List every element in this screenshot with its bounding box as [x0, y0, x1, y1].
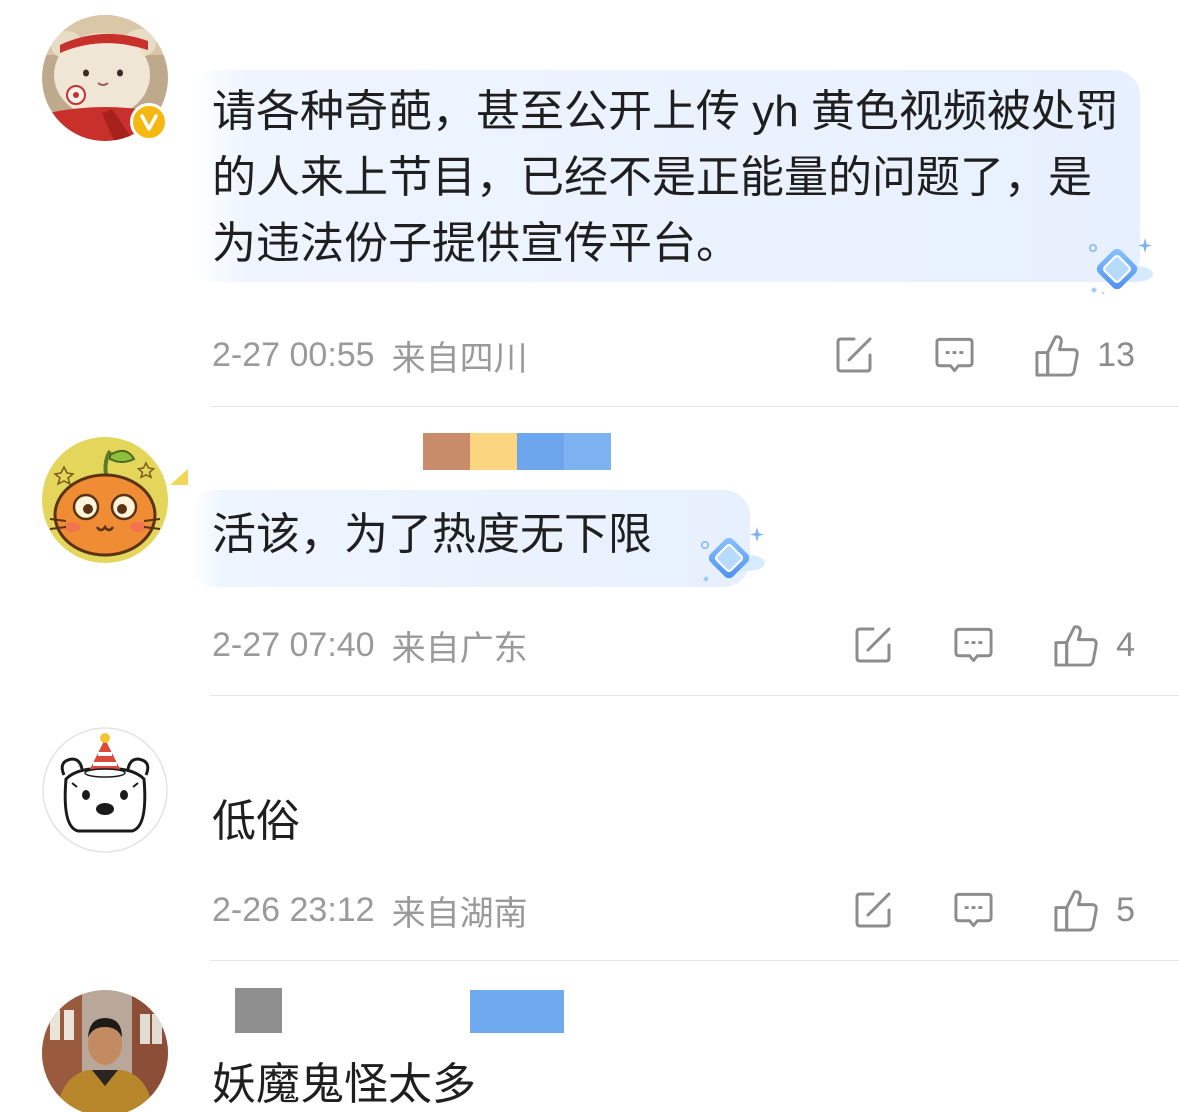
redaction-block — [517, 433, 564, 470]
comment-item: 请各种奇葩，甚至公开上传 yh 黄色视频被处罚 的人来上节目，已经不是正能量的问… — [0, 0, 1179, 407]
like-count: 4 — [1116, 625, 1135, 664]
redaction-block — [564, 433, 611, 470]
share-icon — [853, 890, 893, 930]
avatar-frame-decoration — [170, 469, 188, 485]
comment-text-line: 妖魔鬼怪太多 — [212, 1060, 476, 1109]
comment-location: 来自四川 — [391, 339, 528, 378]
reply-button[interactable] — [953, 890, 994, 930]
redaction-block — [470, 433, 517, 470]
comment-actions: 13 — [834, 330, 1135, 380]
like-button[interactable]: 13 — [1033, 333, 1135, 378]
comment-item: 妖魔鬼怪太多 — [0, 961, 1179, 1112]
comment-text[interactable]: 活该，为了热度无下限 — [212, 505, 692, 565]
redaction-block — [423, 433, 470, 470]
comment-text[interactable]: 低俗 — [212, 792, 612, 852]
comment-meta: 2-27 00:55 来自四川 13 — [0, 330, 1179, 380]
diamond-icon — [701, 527, 765, 582]
comment-meta-info: 2-26 23:12 来自湖南 — [212, 885, 528, 935]
comment-location: 来自湖南 — [391, 894, 528, 933]
share-button[interactable] — [834, 335, 874, 375]
comment-text[interactable]: 请各种奇葩，甚至公开上传 yh 黄色视频被处罚 的人来上节目，已经不是正能量的问… — [212, 79, 1138, 277]
comment-actions: 5 — [853, 885, 1135, 935]
comment-text-line: 的人来上节目，已经不是正能量的问题了，是 — [212, 153, 1092, 202]
avatar-orange-cat[interactable] — [42, 437, 168, 563]
redaction-block — [470, 990, 564, 1033]
like-count: 5 — [1116, 890, 1135, 929]
avatar-party-hat-bear[interactable] — [42, 727, 168, 853]
like-icon — [1033, 333, 1080, 378]
comment-location: 来自广东 — [391, 629, 528, 668]
comment-icon — [934, 335, 975, 375]
reply-button[interactable] — [934, 335, 975, 375]
comment-text-line: 活该，为了热度无下限 — [212, 510, 652, 559]
comment-item: 低俗 2-26 23:12 来自湖南 5 — [0, 696, 1179, 961]
comment-icon — [953, 890, 994, 930]
share-button[interactable] — [853, 625, 893, 665]
comment-time: 2-27 07:40 — [212, 625, 375, 664]
like-count: 13 — [1097, 335, 1135, 374]
like-icon — [1052, 623, 1099, 668]
verified-badge-icon — [130, 103, 168, 141]
like-button[interactable]: 5 — [1052, 888, 1135, 933]
avatar-man-photo[interactable] — [42, 990, 168, 1112]
comment-time: 2-27 00:55 — [212, 335, 375, 374]
comment-actions: 4 — [853, 620, 1135, 670]
comment-meta-info: 2-27 07:40 来自广东 — [212, 620, 528, 670]
comment-meta-info: 2-27 00:55 来自四川 — [212, 330, 528, 380]
diamond-icon — [1089, 238, 1153, 295]
comment-item: 活该，为了热度无下限 2-27 07:40 来自广东 4 — [0, 407, 1179, 696]
like-button[interactable]: 4 — [1052, 623, 1135, 668]
share-button[interactable] — [853, 890, 893, 930]
share-icon — [853, 625, 893, 665]
comment-meta: 2-26 23:12 来自湖南 5 — [0, 885, 1179, 935]
comment-text-line: 为违法份子提供宣传平台。 — [212, 219, 740, 268]
comment-text-line: 请各种奇葩，甚至公开上传 yh 黄色视频被处罚 — [212, 87, 1119, 136]
comment-meta: 2-27 07:40 来自广东 4 — [0, 620, 1179, 670]
share-icon — [834, 335, 874, 375]
comment-text-line: 低俗 — [212, 797, 300, 846]
reply-button[interactable] — [953, 625, 994, 665]
comment-text[interactable]: 妖魔鬼怪太多 — [212, 1060, 712, 1110]
redaction-block — [235, 988, 282, 1033]
like-icon — [1052, 888, 1099, 933]
comment-icon — [953, 625, 994, 665]
comment-time: 2-26 23:12 — [212, 890, 375, 929]
